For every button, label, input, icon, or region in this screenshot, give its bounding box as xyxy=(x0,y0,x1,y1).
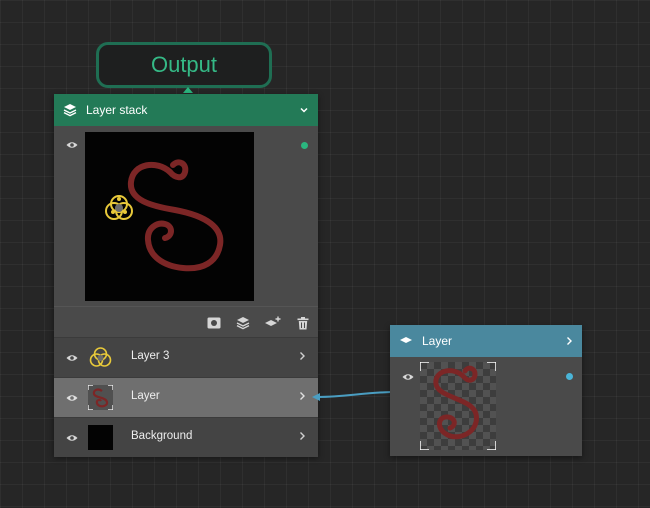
visibility-eye-icon[interactable] xyxy=(402,373,414,381)
background-thumbnail xyxy=(88,425,113,450)
chevron-down-icon[interactable] xyxy=(299,105,309,115)
add-layer-icon xyxy=(265,316,281,326)
layer-node-header[interactable]: Layer xyxy=(390,325,582,357)
chevron-right-icon[interactable] xyxy=(298,351,306,361)
layer-row-layer-3[interactable]: Layer 3 xyxy=(54,337,318,377)
layer-row-background[interactable]: Background xyxy=(54,417,318,457)
chevron-right-icon[interactable] xyxy=(565,336,573,346)
output-node[interactable]: Output xyxy=(96,42,272,88)
visibility-eye-icon[interactable] xyxy=(66,434,78,442)
layers-icon xyxy=(236,317,250,330)
add-mask-button[interactable] xyxy=(205,314,223,332)
stack-output-port[interactable] xyxy=(301,142,308,149)
add-layer-button[interactable] xyxy=(264,314,282,332)
layer-output-port[interactable] xyxy=(566,373,573,380)
layer-label: Layer 3 xyxy=(131,350,170,362)
mask-icon xyxy=(207,317,221,329)
layer-node[interactable]: Layer xyxy=(390,325,582,456)
layer-stack-header[interactable]: Layer stack xyxy=(54,94,318,126)
layer-thumbnail xyxy=(88,385,113,410)
delete-layer-button[interactable] xyxy=(294,314,312,332)
layer-node-title: Layer xyxy=(422,334,453,348)
trash-icon xyxy=(297,316,309,329)
stack-preview-image xyxy=(85,132,254,301)
layer-row-layer[interactable]: Layer xyxy=(54,377,318,417)
layer-icon xyxy=(400,337,412,343)
layers-icon xyxy=(63,104,77,117)
layer-stack-title: Layer stack xyxy=(86,103,148,117)
add-layer-stack-button[interactable] xyxy=(234,314,252,332)
visibility-eye-icon[interactable] xyxy=(66,354,78,362)
layer-label: Layer xyxy=(131,390,160,402)
layer-label: Background xyxy=(131,430,193,442)
toolbar-divider xyxy=(54,306,318,307)
output-input-port[interactable] xyxy=(183,87,193,93)
layer-preview-image xyxy=(419,361,497,451)
layer-3-thumbnail xyxy=(89,347,112,367)
chevron-right-icon[interactable] xyxy=(298,431,306,441)
output-label: Output xyxy=(150,52,218,77)
visibility-eye-icon[interactable] xyxy=(66,394,78,402)
layer-stack-node[interactable]: Layer stack Layer 3 Layer Background xyxy=(54,94,318,457)
chevron-right-icon[interactable] xyxy=(298,391,306,401)
visibility-eye-icon[interactable] xyxy=(66,141,78,149)
